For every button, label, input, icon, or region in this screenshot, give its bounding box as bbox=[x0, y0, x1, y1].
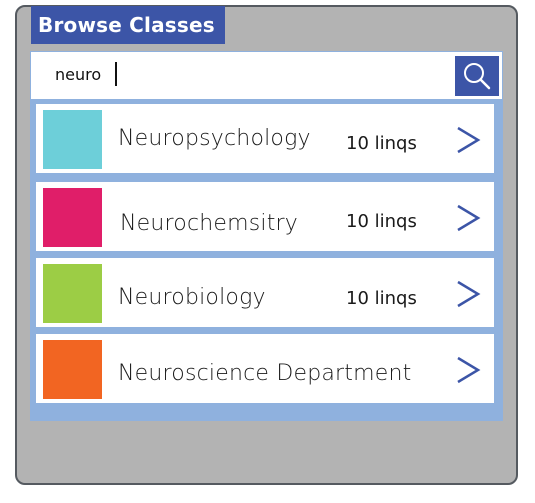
class-color-swatch bbox=[43, 264, 102, 323]
class-row-neurobiology[interactable]: Neurobiology 10 linqs bbox=[36, 258, 494, 327]
class-row-neurochemsitry[interactable]: Neurochemsitry 10 linqs bbox=[36, 182, 494, 251]
class-name: Neuroscience Department bbox=[118, 361, 412, 386]
class-color-swatch bbox=[43, 110, 102, 169]
class-row-neuroscience-department[interactable]: Neuroscience Department bbox=[36, 334, 494, 403]
class-name: Neuropsychology bbox=[118, 126, 311, 151]
class-link-count: 10 linqs bbox=[346, 211, 417, 232]
chevron-right-icon[interactable] bbox=[454, 124, 482, 156]
class-name: Neurobiology bbox=[118, 285, 266, 310]
class-color-swatch bbox=[43, 188, 102, 247]
class-name: Neurochemsitry bbox=[120, 211, 299, 236]
page-title: Browse Classes bbox=[31, 6, 225, 44]
text-cursor bbox=[115, 62, 117, 86]
chevron-right-icon[interactable] bbox=[454, 278, 482, 310]
search-icon bbox=[464, 63, 491, 90]
search-query-text: neuro bbox=[55, 65, 102, 84]
class-row-neuropsychology[interactable]: Neuropsychology 10 linqs bbox=[36, 104, 494, 173]
search-button[interactable] bbox=[455, 56, 499, 96]
class-link-count: 10 linqs bbox=[346, 288, 417, 309]
chevron-right-icon[interactable] bbox=[454, 354, 482, 386]
class-link-count: 10 linqs bbox=[346, 133, 417, 154]
chevron-right-icon[interactable] bbox=[454, 202, 482, 234]
search-input[interactable]: neuro bbox=[31, 52, 502, 99]
class-color-swatch bbox=[43, 340, 102, 399]
